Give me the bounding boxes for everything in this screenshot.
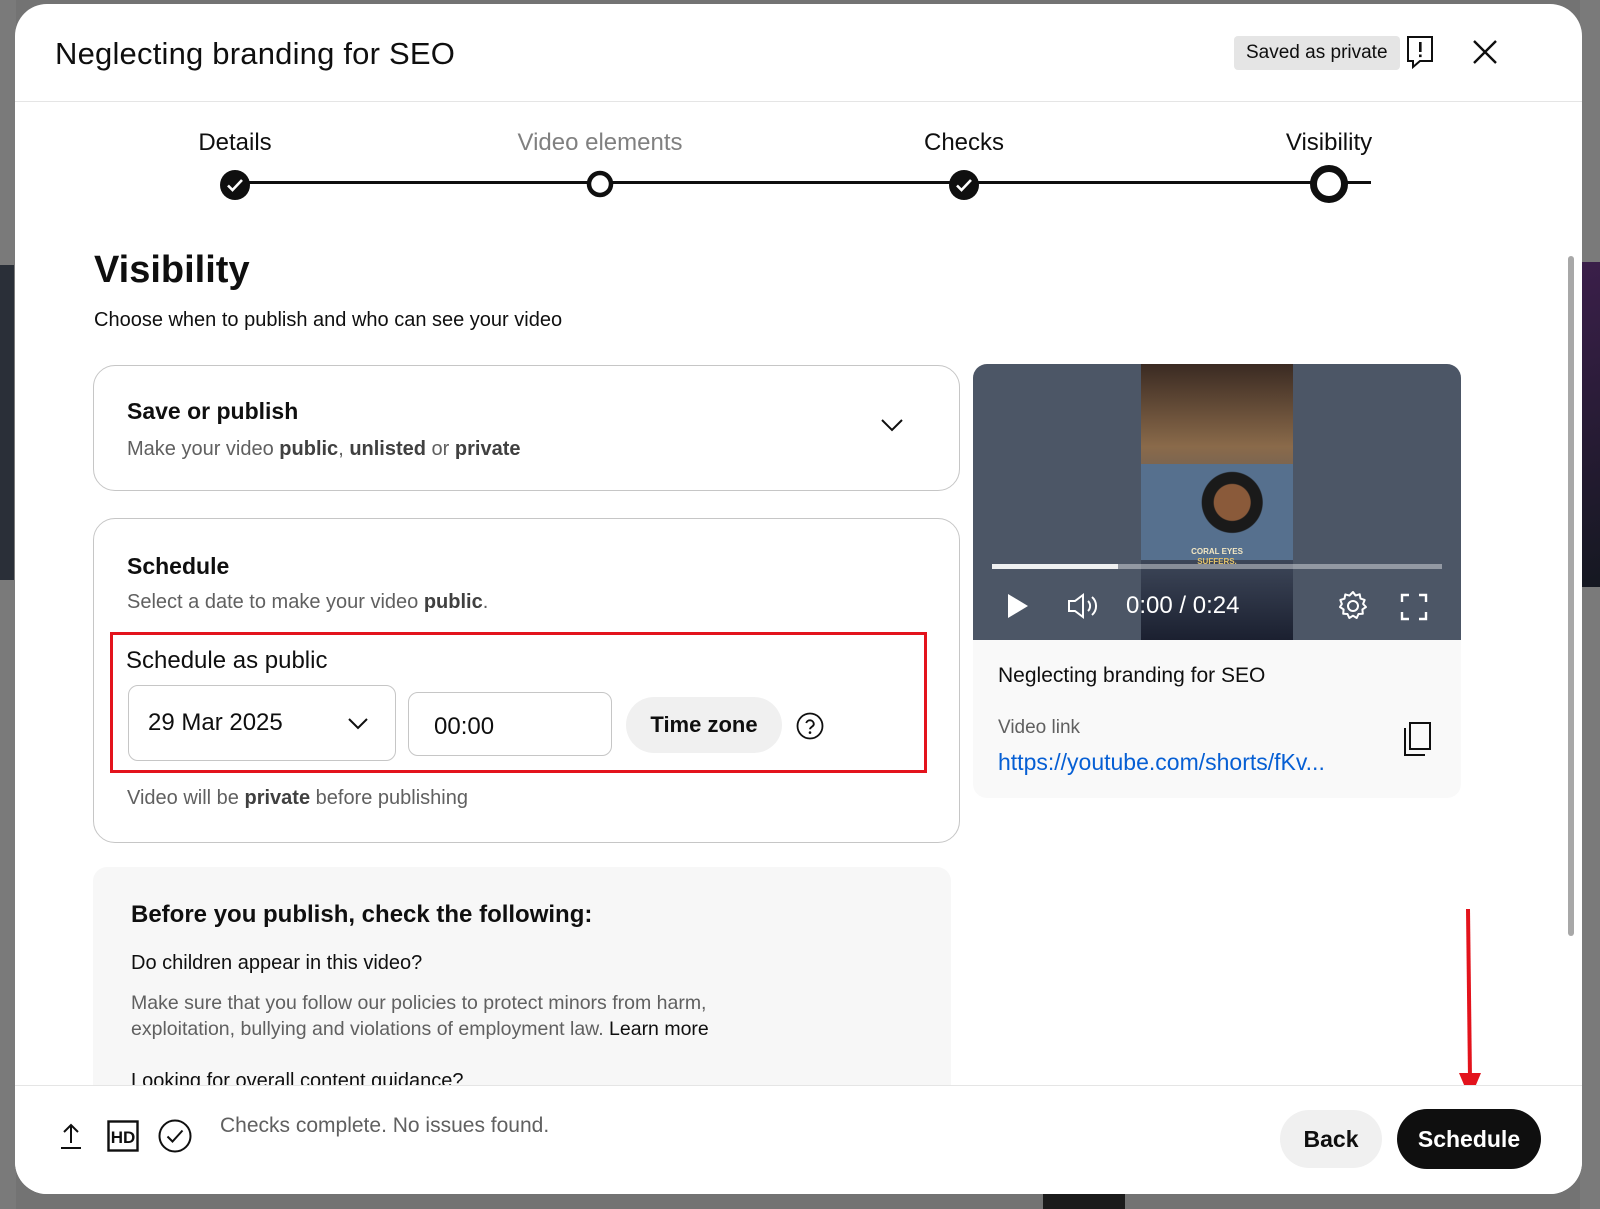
- annotation-arrow-icon: [1459, 909, 1481, 1099]
- checks-status-text: Checks complete. No issues found.: [220, 1114, 550, 1137]
- saved-status-badge: Saved as private: [1234, 36, 1400, 70]
- step-visibility-current-icon[interactable]: [1309, 164, 1349, 209]
- checklist-heading: Before you publish, check the following:: [131, 901, 593, 928]
- schedule-as-public-label: Schedule as public: [126, 647, 328, 674]
- video-frame-person: [1141, 464, 1293, 560]
- close-icon[interactable]: [1465, 32, 1505, 72]
- save-or-publish-title: Save or publish: [127, 398, 299, 424]
- video-time-display: 0:00 / 0:24: [1126, 592, 1240, 619]
- schedule-date-value: 29 Mar 2025: [148, 709, 283, 736]
- checklist-question-children: Do children appear in this video?: [131, 952, 423, 974]
- save-or-publish-card[interactable]: Save or publish Make your video public, …: [93, 365, 960, 491]
- back-button[interactable]: Back: [1280, 1110, 1382, 1168]
- hd-icon: HD: [107, 1120, 139, 1157]
- step-video-elements-label[interactable]: Video elements: [518, 129, 683, 157]
- dialog-title: Neglecting branding for SEO: [55, 36, 456, 71]
- visibility-subheading: Choose when to publish and who can see y…: [94, 309, 563, 331]
- stepper-line: [237, 181, 1371, 184]
- step-checks-label[interactable]: Checks: [924, 129, 1004, 157]
- step-checks-check-icon[interactable]: [948, 169, 980, 206]
- pre-publish-checklist: Before you publish, check the following:…: [93, 867, 951, 1107]
- video-link-label: Video link: [998, 717, 1081, 738]
- save-or-publish-subtitle: Make your video public, unlisted or priv…: [127, 438, 521, 460]
- dialog-footer: HD Checks complete. No issues found. Bac…: [15, 1085, 1582, 1194]
- upload-dialog: Neglecting branding for SEO Saved as pri…: [15, 4, 1582, 1194]
- volume-icon[interactable]: [1067, 592, 1101, 625]
- visibility-heading: Visibility: [94, 249, 250, 291]
- settings-gear-icon[interactable]: [1336, 589, 1370, 628]
- svg-text:HD: HD: [111, 1128, 136, 1147]
- schedule-title: Schedule: [127, 553, 230, 579]
- step-details-label[interactable]: Details: [198, 129, 271, 157]
- content-scrollbar[interactable]: [1566, 244, 1576, 1079]
- schedule-button[interactable]: Schedule: [1397, 1109, 1541, 1169]
- video-player[interactable]: CORAL EYES SUFFERS. 0:00 / 0:24: [973, 364, 1461, 640]
- video-link[interactable]: https://youtube.com/shorts/fKv...: [998, 749, 1325, 776]
- scrollbar-thumb[interactable]: [1568, 256, 1574, 936]
- dialog-header: Neglecting branding for SEO Saved as pri…: [15, 4, 1582, 102]
- step-video-elements-circle-icon[interactable]: [586, 170, 614, 203]
- play-icon[interactable]: [1006, 592, 1030, 625]
- background-strip-left: [0, 0, 16, 1209]
- schedule-time-input[interactable]: 00:00: [408, 692, 612, 756]
- schedule-date-dropdown[interactable]: 29 Mar 2025: [128, 685, 396, 761]
- schedule-subtitle: Select a date to make your video public.: [127, 591, 489, 613]
- schedule-private-note: Video will be private before publishing: [127, 787, 468, 809]
- copy-icon[interactable]: [1403, 721, 1433, 762]
- video-progress-fill: [992, 564, 1118, 569]
- video-progress-bar[interactable]: [992, 564, 1442, 569]
- checklist-children-body: Make sure that you follow our policies t…: [131, 992, 709, 1040]
- chevron-down-icon[interactable]: [880, 418, 904, 437]
- step-visibility-label[interactable]: Visibility: [1286, 129, 1372, 157]
- feedback-icon[interactable]: [1400, 32, 1440, 72]
- upload-icon: [59, 1121, 83, 1156]
- step-details-check-icon[interactable]: [219, 169, 251, 206]
- time-zone-button[interactable]: Time zone: [626, 697, 782, 753]
- chevron-down-icon: [347, 717, 369, 735]
- fullscreen-icon[interactable]: [1400, 593, 1428, 626]
- background-strip-right: [1580, 0, 1600, 1209]
- video-preview-card: CORAL EYES SUFFERS. 0:00 / 0:24 Neglecti…: [973, 364, 1461, 798]
- preview-video-title: Neglecting branding for SEO: [998, 664, 1266, 687]
- schedule-time-value: 00:00: [434, 713, 495, 740]
- background-thumbnail-right: [1580, 262, 1600, 587]
- learn-more-link[interactable]: Learn more: [609, 1018, 709, 1040]
- help-icon[interactable]: [796, 712, 824, 745]
- checks-complete-icon: [158, 1119, 192, 1158]
- background-thumbnail-left: [0, 265, 14, 580]
